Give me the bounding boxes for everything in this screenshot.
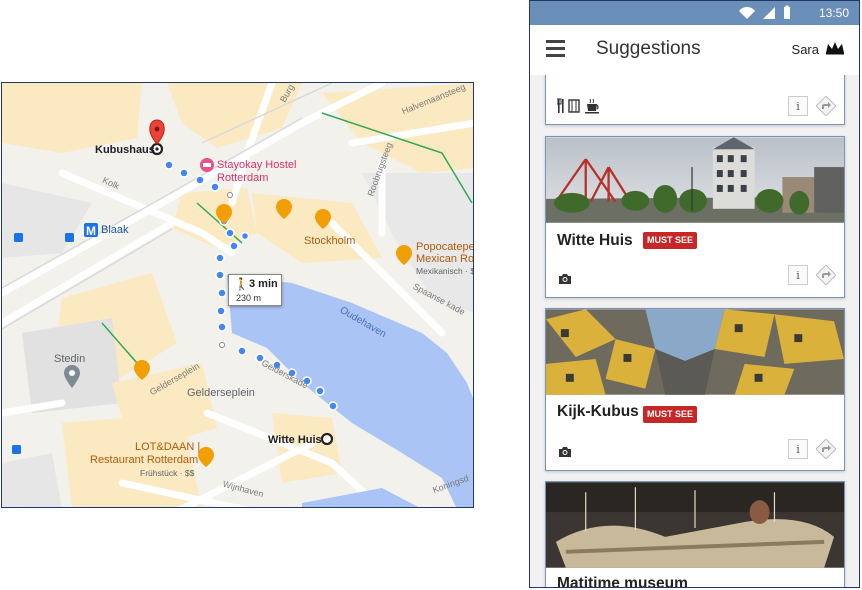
card-image-kijk-kubus[interactable] <box>546 309 844 395</box>
suggestion-card[interactable]: Matitime museum <box>545 481 845 587</box>
card-image-witte-huis[interactable] <box>546 137 844 223</box>
walking-time: 3 min <box>249 278 278 290</box>
map-label-gelderseplein: Gelderseplein <box>187 387 255 399</box>
info-button[interactable]: i <box>788 439 808 459</box>
walking-time-callout[interactable]: 🚶 3 min 230 m <box>228 274 282 306</box>
map-label-blaak: Blaak <box>101 224 129 236</box>
map-label-kubushaus: Kubushaus <box>95 144 155 156</box>
metro-icon[interactable]: M <box>84 223 98 238</box>
walking-person-icon: 🚶 <box>234 277 249 291</box>
map-label-stayokay: Stayokay Hostel <box>217 159 297 171</box>
coffee-icon <box>585 98 599 114</box>
card-image-maritime-museum[interactable] <box>546 482 844 568</box>
app-bar: Suggestions Sara <box>530 25 859 75</box>
signal-icon <box>763 7 775 19</box>
fork-knife-icon <box>557 98 564 113</box>
svg-text:M: M <box>86 224 96 238</box>
phone-screen: 13:50 Suggestions Sara i Witte Huis MUST… <box>529 0 860 588</box>
user-name[interactable]: Sara <box>792 42 819 57</box>
directions-icon[interactable] <box>816 439 836 459</box>
card-title[interactable]: Matitime museum <box>557 575 688 587</box>
camera-icon[interactable] <box>558 446 572 458</box>
must-see-badge: MUST SEE <box>643 406 698 423</box>
destination-marker[interactable] <box>320 432 334 446</box>
status-icons <box>739 5 790 19</box>
map-label-lotdaan-3: Frühstück · $$ <box>140 468 195 478</box>
card-title[interactable]: Kijk-Kubus <box>557 403 639 421</box>
map-label-lotdaan-2: Restaurant Rotterdam <box>90 454 199 466</box>
suggestions-list[interactable]: i Witte Huis MUST SEE i Kijk-Kubus MUST … <box>530 75 859 587</box>
map-label-stayokay-2: Rotterdam <box>217 172 269 184</box>
map-view[interactable]: M Kubushaus Stayokay Hostel Rotterdam Ko… <box>1 82 474 508</box>
hotel-icon[interactable] <box>200 158 214 172</box>
page-title: Suggestions <box>596 38 701 59</box>
walking-distance: 230 m <box>236 293 262 303</box>
directions-icon[interactable] <box>816 96 836 116</box>
suggestion-card[interactable]: Witte Huis MUST SEE i <box>545 136 845 298</box>
map-label-popocatepetl-3: Mexikanisch · $$ <box>416 266 474 276</box>
map-label-lotdaan: LOT&DAAN | <box>135 441 201 453</box>
card-amenity-icons <box>557 98 599 114</box>
status-time: 13:50 <box>818 6 849 20</box>
suggestion-card[interactable]: Kijk-Kubus MUST SEE i <box>545 308 845 471</box>
directions-icon[interactable] <box>816 265 836 285</box>
map-label-stedin: Stedin <box>54 353 86 365</box>
status-bar: 13:50 <box>530 1 859 25</box>
info-button[interactable]: i <box>788 265 808 285</box>
menu-icon[interactable] <box>546 40 566 58</box>
must-see-badge: MUST SEE <box>643 232 698 249</box>
suggestion-card[interactable]: i <box>545 75 845 125</box>
battery-icon <box>784 5 790 19</box>
camera-icon[interactable] <box>558 273 572 285</box>
info-button[interactable]: i <box>788 96 808 116</box>
crown-icon <box>826 42 844 55</box>
ticket-icon <box>568 99 580 113</box>
wifi-icon <box>739 6 755 19</box>
map-label-witte-huis: Witte Huis <box>268 434 322 446</box>
card-title[interactable]: Witte Huis <box>557 232 633 250</box>
map-label-stockholm: Stockholm <box>304 235 356 247</box>
